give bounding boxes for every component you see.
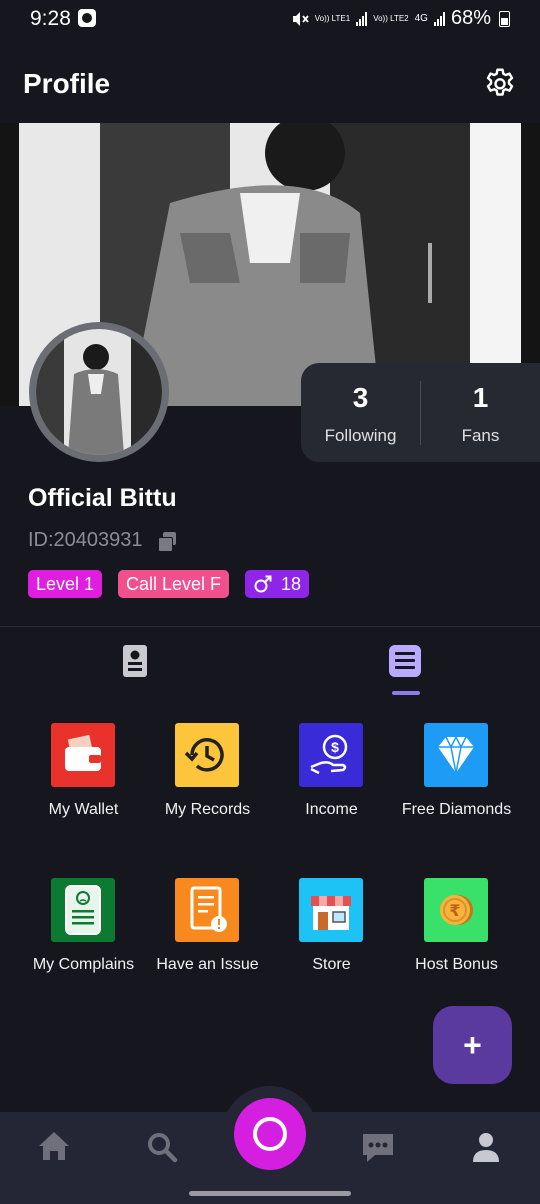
nav-search[interactable] (137, 1122, 187, 1172)
signal-icon (433, 11, 445, 26)
menu-income[interactable]: $ Income (264, 723, 399, 843)
add-button[interactable]: + (433, 1006, 512, 1084)
contact-card-icon (123, 645, 147, 677)
menu-free-diamonds[interactable]: Free Diamonds (389, 723, 524, 843)
fans-count: 1 (472, 382, 489, 413)
tab-indicator (392, 691, 420, 695)
menu-label: Host Bonus (415, 956, 498, 973)
tab-contact-card[interactable] (95, 640, 175, 700)
menu-my-records[interactable]: My Records (140, 723, 275, 843)
profile-name: Official Bittu (28, 484, 177, 512)
store-icon (299, 878, 363, 942)
menu-host-bonus[interactable]: ₹ Host Bonus (389, 878, 524, 998)
page-title: Profile (23, 68, 111, 99)
gear-icon (486, 68, 514, 96)
gender-age-badge: 18 (245, 570, 310, 598)
fans-stat[interactable]: 1 Fans (421, 363, 540, 462)
male-icon (254, 575, 272, 593)
income-hand-coin-icon: $ (299, 723, 363, 787)
history-clock-icon (175, 723, 239, 787)
menu-my-wallet[interactable]: My Wallet (16, 723, 151, 843)
nav-profile[interactable] (461, 1122, 511, 1172)
issue-document-icon (175, 878, 239, 942)
avatar-photo (36, 329, 162, 455)
search-icon (148, 1133, 178, 1163)
copy-icon-front (158, 537, 173, 552)
level-badge: Level 1 (28, 570, 103, 598)
chat-bubble-icon (363, 1134, 393, 1162)
home-icon (39, 1132, 69, 1160)
battery-percent: 68% (450, 7, 491, 29)
plus-icon: + (463, 1027, 482, 1063)
status-indicators: Vo)) LTE1 Vo)) LTE2 4G 68% (291, 7, 510, 30)
complaint-document-icon (51, 878, 115, 942)
mute-icon (292, 11, 309, 26)
status-time: 9:28 (30, 7, 71, 30)
sim1-label: Vo)) LTE1 (314, 13, 351, 23)
status-bar: 9:28 Vo)) LTE1 Vo)) LTE2 4G 68% (0, 0, 540, 40)
age-value: 18 (281, 574, 302, 594)
menu-have-an-issue[interactable]: Have an Issue (140, 878, 275, 998)
network-type: 4G (414, 12, 428, 24)
profile-id: ID:20403931 (28, 529, 143, 551)
notification-app-icon (78, 9, 96, 27)
copy-id-button[interactable] (158, 532, 176, 552)
following-count: 3 (352, 382, 369, 413)
fans-label: Fans (461, 426, 500, 445)
sim2-label: Vo)) LTE2 (373, 13, 409, 23)
avatar[interactable] (29, 322, 169, 462)
nav-messages[interactable] (353, 1122, 403, 1172)
menu-list-icon (389, 645, 421, 677)
svg-text:₹: ₹ (449, 901, 460, 920)
user-icon (473, 1133, 499, 1162)
following-stat[interactable]: 3 Following (301, 363, 420, 462)
rupee-coin-icon: ₹ (424, 878, 488, 942)
menu-store[interactable]: Store (264, 878, 399, 998)
home-indicator (189, 1191, 351, 1196)
svg-text:$: $ (331, 739, 339, 755)
battery-icon (499, 10, 510, 27)
section-divider (0, 626, 540, 627)
nav-live[interactable] (234, 1098, 306, 1170)
wallet-icon (51, 723, 115, 787)
menu-label: Free Diamonds (401, 801, 512, 818)
call-level-badge: Call Level F (118, 570, 230, 598)
following-label: Following (324, 426, 397, 445)
diamond-icon (424, 723, 488, 787)
nav-home[interactable] (29, 1122, 79, 1172)
settings-button[interactable] (482, 66, 518, 102)
follow-stats-card: 3 Following 1 Fans (301, 363, 540, 462)
signal-icon (356, 11, 368, 26)
menu-my-complains[interactable]: My Complains (16, 878, 151, 998)
